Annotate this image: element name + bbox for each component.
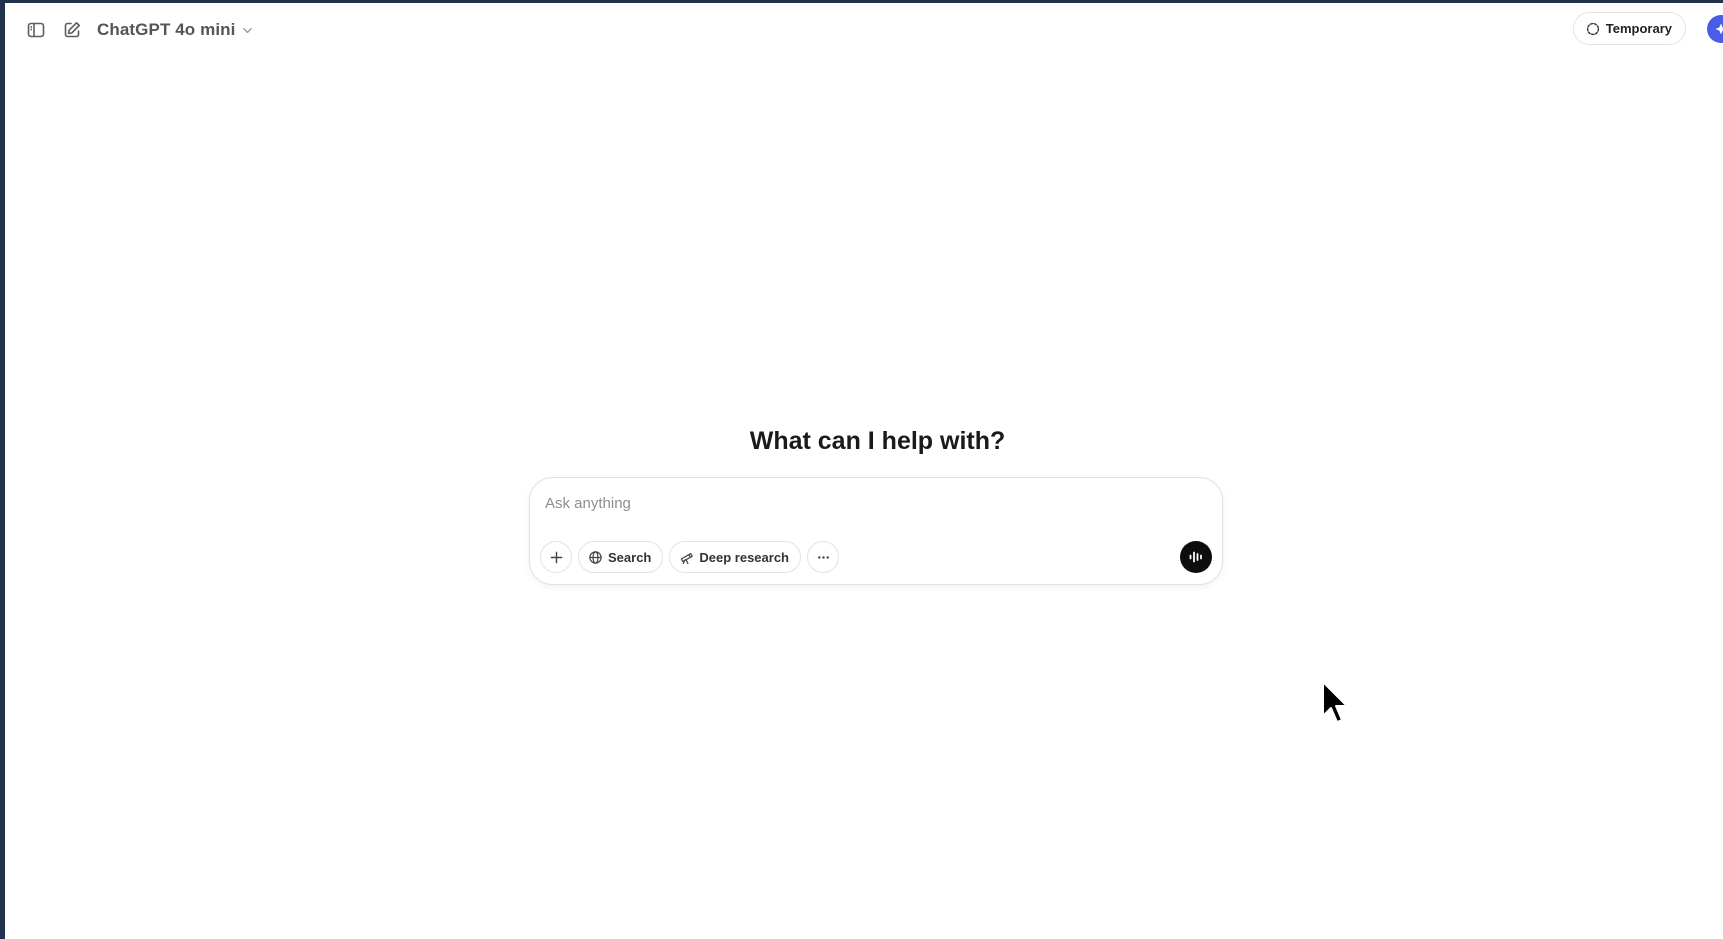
- avatar-icon: [1715, 23, 1723, 35]
- telescope-icon: [681, 552, 694, 564]
- temporary-chat-button[interactable]: Temporary: [1572, 12, 1686, 45]
- model-name: ChatGPT 4o mini: [97, 20, 236, 39]
- more-tools-button[interactable]: [807, 541, 839, 573]
- model-selector[interactable]: ChatGPT 4o mini: [97, 17, 254, 43]
- temporary-chat-icon: [1586, 22, 1599, 35]
- prompt-input[interactable]: [543, 488, 1207, 518]
- search-button[interactable]: Search: [578, 541, 664, 573]
- composer-tools: Search Deep research: [540, 541, 839, 573]
- new-chat-button[interactable]: [59, 17, 85, 43]
- composer: Search Deep research: [529, 477, 1223, 585]
- new-chat-icon: [64, 22, 80, 38]
- top-bar: ChatGPT 4o mini Temporary: [5, 3, 1723, 55]
- temporary-label: Temporary: [1605, 21, 1672, 36]
- sidebar-toggle-button[interactable]: [23, 17, 49, 43]
- mouse-cursor-icon: [1322, 681, 1348, 723]
- plus-icon: [550, 551, 562, 563]
- sidebar-toggle-icon: [27, 22, 45, 38]
- avatar[interactable]: [1707, 15, 1723, 43]
- app-window: ChatGPT 4o mini Temporary What can I hel…: [5, 3, 1723, 939]
- voice-waveform-icon: [1189, 551, 1202, 563]
- chevron-down-icon: [243, 27, 253, 33]
- search-label: Search: [608, 549, 652, 565]
- deep-research-label: Deep research: [699, 549, 789, 565]
- add-attachment-button[interactable]: [540, 541, 572, 573]
- more-horizontal-icon: [817, 555, 829, 559]
- deep-research-button[interactable]: Deep research: [669, 541, 801, 573]
- page-headline: What can I help with?: [749, 427, 1006, 455]
- voice-mode-button[interactable]: [1180, 541, 1212, 573]
- globe-icon: [589, 550, 602, 564]
